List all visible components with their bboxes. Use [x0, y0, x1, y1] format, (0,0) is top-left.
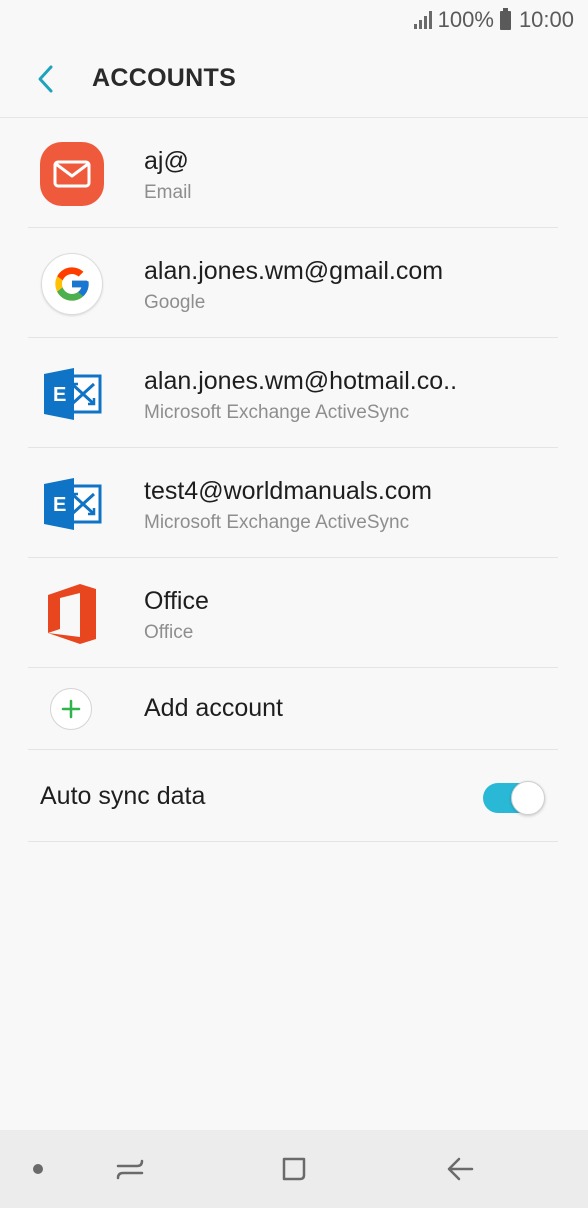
- battery-icon: [499, 7, 511, 30]
- back-button[interactable]: [16, 49, 76, 109]
- exchange-icon: E: [44, 368, 102, 420]
- account-type: Email: [144, 182, 192, 203]
- page-title: ACCOUNTS: [92, 64, 237, 92]
- add-account-button[interactable]: Add account: [0, 668, 588, 750]
- accounts-screen: 100% 10:00 ACCOUNTS aj@ Email alan.jones…: [0, 0, 588, 1208]
- auto-sync-row[interactable]: Auto sync data: [0, 752, 588, 842]
- navigation-bar: [0, 1130, 588, 1208]
- account-name: test4@worldmanuals.com: [144, 477, 432, 505]
- account-list: aj@ Email alan.jones.wm@gmail.com Google: [0, 118, 588, 750]
- recents-icon[interactable]: [110, 1148, 150, 1190]
- account-type: Google: [144, 292, 206, 313]
- exchange-icon: E: [44, 478, 102, 530]
- svg-text:E: E: [53, 384, 66, 406]
- email-app-icon: [40, 142, 104, 206]
- account-type: Microsoft Exchange ActiveSync: [144, 402, 410, 423]
- add-account-label: Add account: [144, 694, 283, 722]
- account-name: alan.jones.wm@gmail.com: [144, 257, 444, 285]
- auto-sync-label: Auto sync data: [40, 782, 206, 810]
- account-item-exchange-hotmail[interactable]: E alan.jones.wm@hotmail.co.. Microsoft E…: [0, 338, 588, 448]
- clock: 10:00: [518, 7, 574, 32]
- plus-icon: [50, 688, 92, 730]
- account-item-google[interactable]: alan.jones.wm@gmail.com Google: [0, 228, 588, 338]
- account-item-email[interactable]: aj@ Email: [0, 118, 588, 228]
- dot-icon[interactable]: [28, 1148, 48, 1190]
- account-type: Microsoft Exchange ActiveSync: [144, 512, 410, 533]
- auto-sync-toggle[interactable]: [483, 781, 545, 815]
- home-icon[interactable]: [274, 1148, 314, 1190]
- app-header: ACCOUNTS: [0, 40, 588, 118]
- google-icon: [41, 253, 103, 315]
- account-name: aj@: [144, 147, 189, 175]
- back-icon[interactable]: [440, 1148, 480, 1190]
- office-icon: [48, 584, 96, 644]
- chevron-left-icon: [38, 65, 53, 92]
- battery-percentage: 100%: [437, 7, 494, 32]
- account-type: Office: [144, 622, 194, 643]
- account-item-exchange-worldmanuals[interactable]: E test4@worldmanuals.com Microsoft Excha…: [0, 448, 588, 558]
- signal-icon: [413, 11, 432, 29]
- account-name: Office: [144, 587, 209, 615]
- account-item-office[interactable]: Office Office: [0, 558, 588, 668]
- status-bar: 100% 10:00: [0, 0, 588, 40]
- account-name: alan.jones.wm@hotmail.co..: [144, 367, 458, 395]
- svg-text:E: E: [53, 494, 66, 516]
